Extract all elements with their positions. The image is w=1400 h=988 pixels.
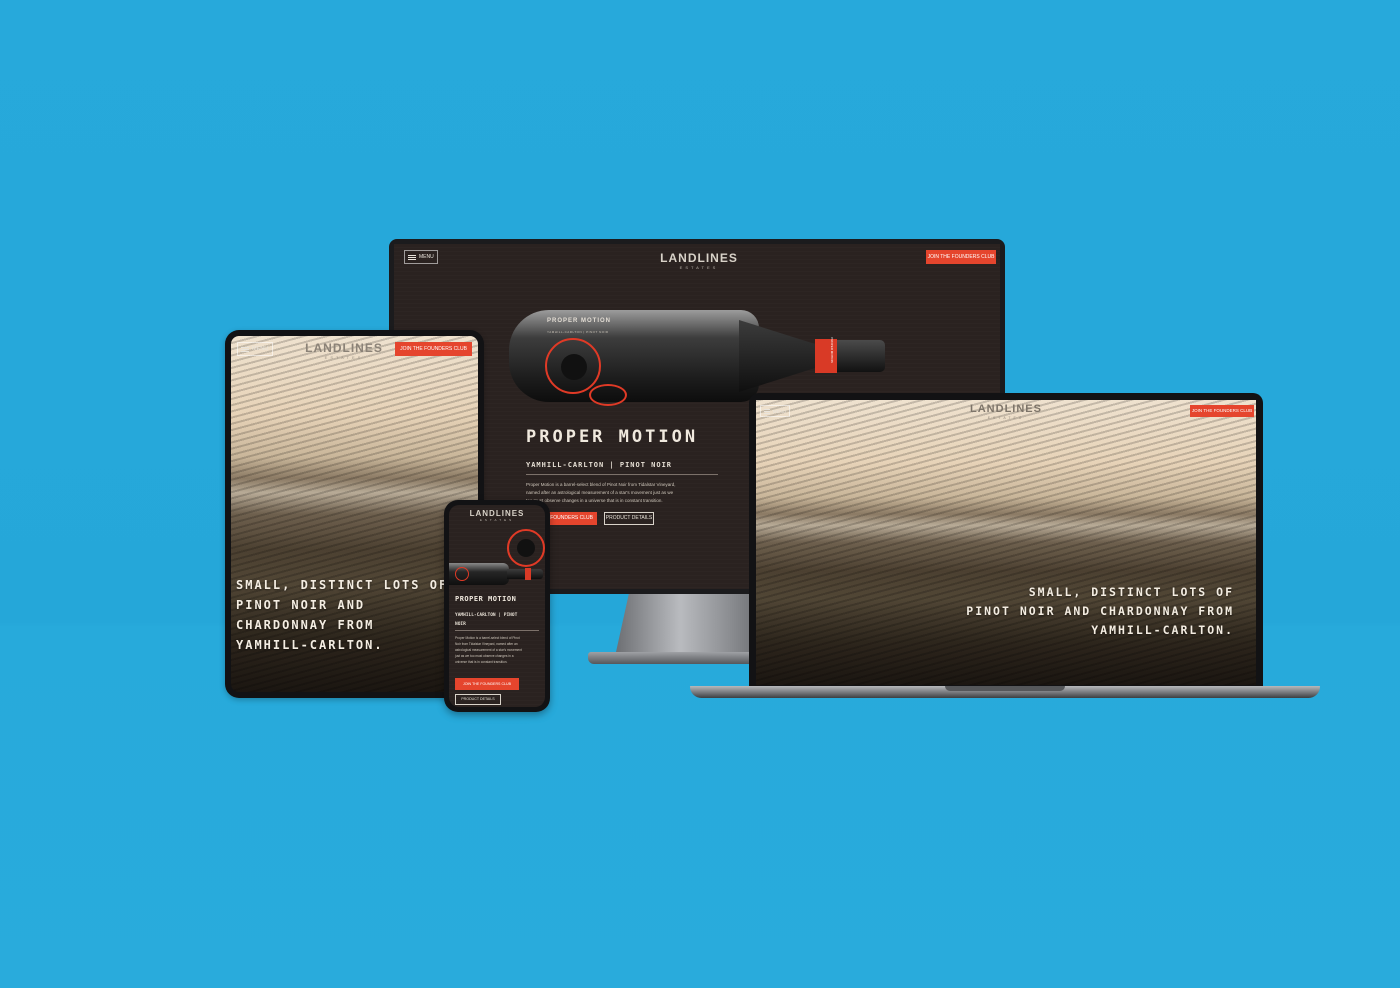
brand-sub: ESTATES	[987, 416, 1025, 420]
hero-line: YAMHILL-CARLTON.	[1091, 623, 1234, 637]
product-details-button[interactable]: PRODUCT DETAILS	[604, 512, 654, 525]
menu-label: MENU	[772, 408, 786, 414]
laptop-screen: MENU LANDLINES ESTATES JOIN THE FOUNDERS…	[756, 400, 1256, 685]
divider	[526, 474, 718, 475]
hero-headline: SMALL, DISTINCT LOTS OF PINOT NOIR AND C…	[236, 575, 448, 655]
phone-device: LANDLINES ESTATES PROPER MOTION YAMHILL-…	[444, 500, 550, 712]
label-planet-dot	[517, 539, 535, 557]
product-description: Proper Motion is a barrel-select blend o…	[455, 635, 522, 665]
join-founders-club-button[interactable]: E FOUNDERS CLUB	[543, 512, 597, 525]
product-description: Proper Motion is a barrel-select blend o…	[526, 481, 675, 505]
product-subtitle: YAMHILL-CARLTON | PINOT NOIR	[526, 461, 673, 469]
label-small-ring	[455, 567, 469, 581]
wine-bottle-image	[449, 563, 545, 585]
hero-line: CHARDONNAY FROM	[236, 618, 375, 632]
product-subtitle: YAMHILL-CARLTON | PINOT NOIR	[455, 611, 517, 629]
description-line: named after an astrological measurement …	[526, 490, 674, 495]
bottle-label-title: PROPER MOTION	[547, 318, 612, 324]
brand-logo[interactable]: LANDLINES ESTATES	[647, 252, 751, 270]
menu-button[interactable]: MENU	[237, 342, 273, 356]
menu-button[interactable]: MENU	[760, 405, 790, 417]
phone-screen: LANDLINES ESTATES PROPER MOTION YAMHILL-…	[449, 505, 545, 707]
product-title: PROPER MOTION	[526, 427, 699, 447]
hamburger-icon	[241, 346, 249, 352]
brand-sub: ESTATES	[679, 265, 719, 270]
brand-name: LANDLINES	[305, 341, 383, 355]
join-founders-club-button[interactable]: JOIN THE FOUNDERS CLUB	[1190, 405, 1254, 417]
bottle-label-sub: YAMHILL-CARLTON | PINOT NOIR	[547, 330, 609, 334]
brand-sub: ESTATES	[324, 355, 364, 360]
hamburger-icon	[764, 408, 770, 414]
hero-headline: SMALL, DISTINCT LOTS OF PINOT NOIR AND C…	[966, 583, 1234, 640]
bottle-shoulder	[739, 320, 819, 392]
divider	[455, 630, 539, 631]
hero-line: SMALL, DISTINCT LOTS OF	[1028, 585, 1234, 599]
product-details-button[interactable]: PRODUCT DETAILS	[455, 694, 501, 705]
label-planet-dot	[561, 354, 587, 380]
description-line: Proper Motion is a barrel-select blend o…	[526, 482, 676, 487]
brand-logo[interactable]: LANDLINES ESTATES	[467, 510, 527, 522]
label-small-ring	[589, 384, 627, 406]
hero-line: PINOT NOIR AND	[236, 598, 366, 612]
bottle-foil	[525, 568, 531, 580]
laptop-notch	[945, 686, 1065, 691]
brand-name: LANDLINES	[660, 251, 738, 265]
foil-text: PROPER MOTION	[829, 337, 834, 363]
tablet-screen: MENU LANDLINES ESTATES JOIN THE FOUNDERS…	[231, 336, 478, 692]
menu-label: MENU	[252, 346, 269, 352]
brand-sub: ESTATES	[479, 518, 515, 522]
subtitle-line: YAMHILL-CARLTON | PINOT	[455, 613, 518, 618]
hero-line: YAMHILL-CARLTON.	[236, 638, 384, 652]
menu-button[interactable]: MENU	[404, 250, 438, 264]
hero-line: PINOT NOIR AND CHARDONNAY FROM	[966, 604, 1234, 618]
wine-bottle-image: PROPER MOTION PROPER MOTION YAMHILL-CARL…	[509, 310, 889, 406]
description-line: universe that is in constant transition.	[455, 660, 508, 664]
subtitle-line: NOIR	[455, 622, 466, 627]
brand-logo[interactable]: LANDLINES ESTATES	[966, 404, 1046, 421]
hero-line: SMALL, DISTINCT LOTS OF	[236, 578, 449, 592]
laptop-device: MENU LANDLINES ESTATES JOIN THE FOUNDERS…	[749, 393, 1263, 691]
join-founders-club-button[interactable]: JOIN THE FOUNDERS CLUB	[926, 250, 996, 264]
join-founders-club-button[interactable]: JOIN THE FOUNDERS CLUB	[455, 678, 519, 690]
product-title: PROPER MOTION	[455, 595, 517, 603]
brand-logo[interactable]: LANDLINES ESTATES	[299, 342, 389, 360]
join-founders-club-button[interactable]: JOIN THE FOUNDERS CLUB	[395, 342, 472, 356]
brand-name: LANDLINES	[970, 403, 1042, 415]
hamburger-icon	[408, 254, 416, 260]
brand-name: LANDLINES	[469, 509, 525, 518]
menu-label: MENU	[419, 254, 434, 260]
description-line: too must observe changes in a universe t…	[526, 498, 663, 503]
